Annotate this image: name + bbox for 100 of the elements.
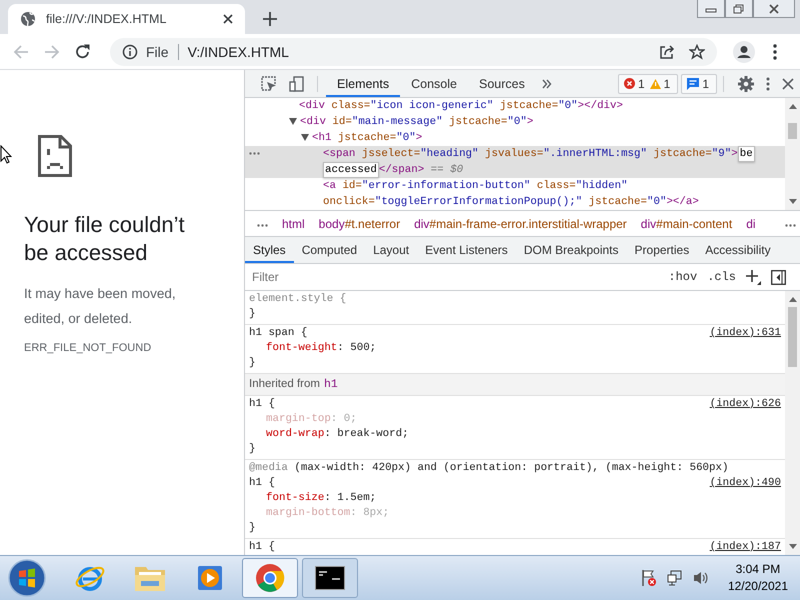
info-icon[interactable] [122,44,138,60]
dom-node-markup: <h1 jstcache="0"> [312,132,422,144]
reload-icon[interactable] [75,44,91,60]
class-button[interactable]: .cls [707,270,736,284]
address-bar[interactable]: File V:/INDEX.HTML [110,38,717,66]
sidebar-toggle-icon[interactable] [771,270,786,284]
breadcrumb[interactable]: di [746,216,756,230]
scrollbar[interactable] [785,291,800,555]
close-button[interactable] [753,0,795,18]
css-brace: } [249,442,256,457]
restore-icon [733,4,745,14]
sidebar-tab[interactable]: Accessibility [697,237,779,263]
share-icon[interactable] [659,44,675,60]
volume-icon[interactable] [692,570,709,586]
error-message: It may have been moved, edited, or deleted. [24,285,177,328]
dom-node-markup: </span> == $0 [378,164,464,176]
media-player-icon [195,563,225,593]
css-brace: } [249,356,256,371]
source-link[interactable]: (index):631 [710,326,781,341]
error-icon [624,78,635,89]
sidebar-tab[interactable]: Event Listeners [417,237,516,263]
sidebar-tab[interactable]: Properties [626,237,698,263]
dom-node-markup: <a id="error-information-button" class="hidden" onclick="toggleErrorInformationPopup();" jstcache="0"></a> [323,180,699,208]
error-code: ERR_FILE_NOT_FOUND [24,342,152,354]
close-icon[interactable] [782,78,794,90]
css-brace: } [249,521,256,536]
source-link[interactable]: (index):626 [710,397,781,412]
message-icon [687,78,700,90]
clock[interactable]: 3:04 PM 12/20/2021 [728,561,788,595]
minimize-button[interactable] [697,0,725,18]
terminal-icon [315,566,345,590]
error-heading: Your file couldn’t be accessed [24,211,186,267]
devtools-tab[interactable]: Elements [326,70,400,97]
menu-icon[interactable] [766,76,770,90]
edit-field[interactable]: be [738,146,755,162]
taskbar-button[interactable] [302,558,358,598]
edit-field[interactable]: accessed [323,162,379,178]
breadcrumb[interactable]: div#main-frame-error.interstitial-wrapper [414,216,627,230]
dom-node-markup: <div class="icon icon-generic" jstcache="0"></div> [299,100,623,112]
sidebar-tab[interactable]: Computed [294,237,366,263]
profile-avatar-icon[interactable] [733,40,755,62]
css-brace: } [249,307,256,322]
dom-node-row[interactable]: <div id="main-message" jstcache="0"> [245,114,785,130]
sidebar-tab[interactable]: Layout [365,237,418,263]
scroll-right-icon[interactable] [785,224,796,226]
inherited-label: Inherited from [249,378,320,390]
new-tab-icon[interactable] [263,12,277,26]
issues-counter[interactable]: 1 [681,74,717,94]
dom-node-row[interactable]: <a id="error-information-button" class="hidden" onclick="toggleErrorInformationPopup();" jstcache="0"></a> [245,178,785,210]
issues-counter[interactable]: 1 1 [618,74,678,94]
devtools-tab[interactable]: Console [400,70,468,97]
element-link[interactable]: h1 [324,378,338,391]
start-orb-icon [8,559,46,597]
flag-icon[interactable] [640,569,657,587]
breadcrumb[interactable]: html [282,216,305,230]
dom-node-markup: <div id="main-message" jstcache="0"> [300,116,534,128]
source-link[interactable]: (index):187 [710,540,781,555]
new-rule-icon[interactable] [746,270,761,284]
sidebar-tab[interactable]: DOM Breakpoints [516,237,627,263]
css-selector: h1 { [249,397,275,412]
dom-node-markup: <span jsselect="heading" jsvalues=".innerHTML:msg" jstcache="9"> [323,148,738,160]
close-icon[interactable] [223,14,233,24]
globe-icon [20,11,36,27]
settings-icon[interactable] [738,76,754,92]
css-declaration[interactable]: font-weight: 500; [249,341,781,356]
breadcrumb[interactable]: div#main-content [640,216,732,230]
issue-count: 1 [664,76,670,90]
devtools-tab[interactable]: Sources [468,70,536,97]
dom-node-row[interactable]: <span jsselect="heading" jsvalues=".innerHTML:msg" jstcache="9"> be accessed </span> == $0 [245,146,785,178]
expand-triangle-icon[interactable] [289,118,297,125]
issue-count: 1 [702,76,709,90]
scrollbar[interactable] [785,98,800,210]
more-options-icon[interactable] [249,152,260,155]
restore-button[interactable] [725,0,753,18]
scroll-left-icon[interactable] [257,224,268,226]
css-selector: h1 { [249,476,275,491]
url-text: V:/INDEX.HTML [188,44,290,60]
browser-tab[interactable]: file:///V:/INDEX.HTML [8,4,245,34]
media-query: @media (max-width: 420px) and (orientation: portrait), (max-height: 560px) [249,461,730,476]
menu-icon[interactable] [773,44,777,60]
more-tabs-icon[interactable] [542,78,552,88]
sad-file-icon [38,135,72,177]
css-declaration[interactable]: word-wrap: break-word; [249,427,781,442]
breadcrumb[interactable]: body#t.neterror [318,216,400,230]
source-link[interactable]: (index):490 [710,476,781,491]
star-icon[interactable] [689,44,705,60]
device-toolbar-icon[interactable] [289,76,305,92]
network-icon[interactable] [666,570,683,586]
close-icon [768,4,780,14]
dom-node-row[interactable]: <div class="icon icon-generic" jstcache="0"></div> [245,98,785,114]
warning-icon [650,78,661,88]
hover-state-button[interactable]: :hov [668,270,698,284]
css-selector: h1 { [249,540,275,555]
css-selector: element.style { [249,292,346,307]
scheme-label: File [146,44,179,60]
css-declaration[interactable]: font-size: 1.5em; [249,491,781,506]
inspect-element-icon[interactable] [261,76,277,92]
issue-count: 1 [638,76,645,90]
sidebar-tab[interactable]: Styles [245,237,294,263]
css-selector: h1 span { [249,326,308,341]
